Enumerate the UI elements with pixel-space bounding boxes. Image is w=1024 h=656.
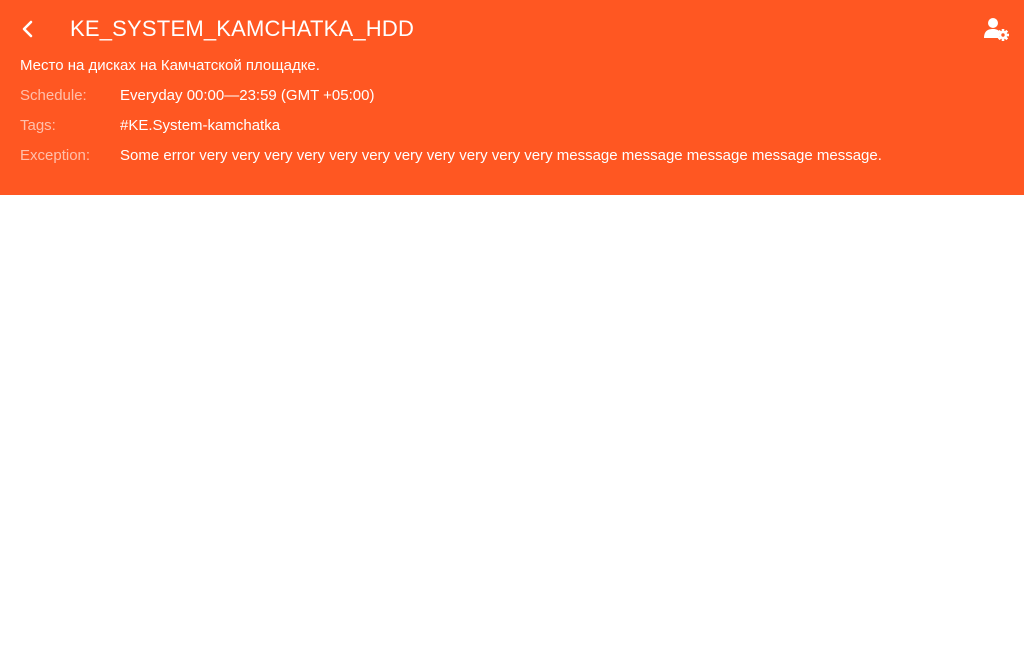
back-button[interactable] (14, 14, 42, 44)
exception-label: Exception: (20, 147, 91, 164)
trigger-description: Место на дисках на Камчатской площадке. (20, 57, 320, 74)
content-area (0, 195, 1024, 656)
schedule-row: Schedule: Everyday 00:00—23:59 (GMT +05:… (20, 87, 374, 105)
schedule-value: Everyday 00:00—23:59 (GMT +05:00) (120, 87, 375, 104)
exception-value: Some error very very very very very very… (120, 147, 882, 164)
user-settings-icon (984, 18, 1009, 41)
user-settings-button[interactable] (982, 15, 1012, 43)
chevron-left-icon (22, 20, 33, 38)
trigger-header: KE_SYSTEM_KAMCHATKA_HDD Место на дисках … (0, 0, 1024, 195)
tags-row: Tags: #KE.System-kamchatka (20, 117, 280, 135)
page-title: KE_SYSTEM_KAMCHATKA_HDD (70, 16, 415, 41)
tags-label: Tags: (20, 117, 56, 134)
exception-row: Exception: Some error very very very ver… (20, 147, 882, 165)
schedule-label: Schedule: (20, 87, 87, 104)
tags-value[interactable]: #KE.System-kamchatka (120, 117, 280, 135)
